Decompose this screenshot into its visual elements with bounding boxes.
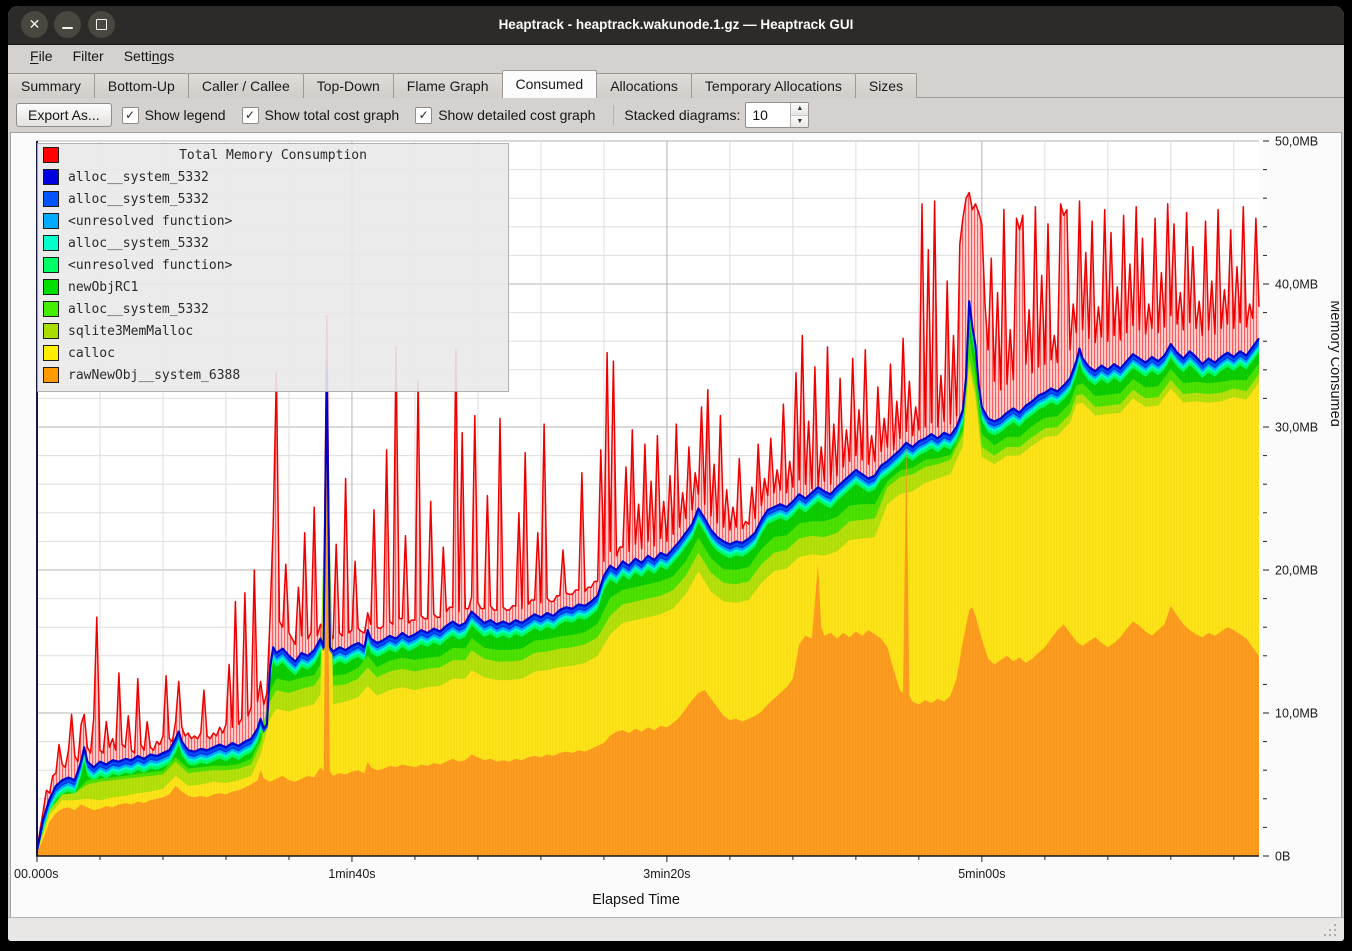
checkbox-icon[interactable]: ✓ bbox=[242, 107, 259, 124]
menu-bar: FileFilterSettings bbox=[8, 45, 1344, 69]
legend-swatch bbox=[43, 235, 59, 251]
chevron-down-icon: ▼ bbox=[796, 118, 803, 125]
tab-allocations[interactable]: Allocations bbox=[596, 73, 692, 98]
tab-top-down[interactable]: Top-Down bbox=[303, 73, 394, 98]
menu-filter[interactable]: Filter bbox=[63, 45, 114, 69]
legend-swatch bbox=[43, 257, 59, 273]
svg-text:10,0MB: 10,0MB bbox=[1275, 707, 1318, 721]
legend-swatch bbox=[43, 367, 59, 383]
svg-text:30,0MB: 30,0MB bbox=[1275, 421, 1318, 435]
checkbox-show-legend[interactable]: ✓ Show legend bbox=[122, 107, 226, 124]
checkbox-label: Show detailed cost graph bbox=[438, 107, 595, 123]
chevron-up-icon: ▲ bbox=[796, 105, 803, 112]
stacked-diagrams-spinbox[interactable]: 10 ▲ ▼ bbox=[745, 102, 809, 128]
stacked-diagrams-label: Stacked diagrams: bbox=[624, 107, 740, 123]
legend-swatch bbox=[43, 191, 59, 207]
checkbox-icon[interactable]: ✓ bbox=[122, 107, 139, 124]
legend-label: Total Memory Consumption bbox=[38, 148, 508, 163]
checkbox-show-detailed-cost-graph[interactable]: ✓ Show detailed cost graph bbox=[415, 107, 595, 124]
tab-summary[interactable]: Summary bbox=[8, 73, 95, 98]
svg-text:1min40s: 1min40s bbox=[328, 867, 375, 881]
tab-sizes[interactable]: Sizes bbox=[855, 73, 917, 98]
chart-panel: Total Memory Consumption alloc__system_53… bbox=[10, 132, 1342, 918]
legend-label: calloc bbox=[68, 346, 115, 361]
checkbox-icon[interactable]: ✓ bbox=[415, 107, 432, 124]
menu-settings[interactable]: Settings bbox=[114, 45, 185, 69]
export-as-button[interactable]: Export As... bbox=[16, 103, 112, 127]
svg-text:3min20s: 3min20s bbox=[643, 867, 690, 881]
spin-up-button[interactable]: ▲ bbox=[791, 103, 808, 116]
legend-item: calloc bbox=[38, 342, 508, 364]
legend-swatch bbox=[43, 279, 59, 295]
toolbar-separator bbox=[613, 105, 614, 125]
svg-text:50,0MB: 50,0MB bbox=[1275, 135, 1318, 149]
legend-label: alloc__system_5332 bbox=[68, 236, 209, 251]
checkbox-label: Show legend bbox=[145, 107, 226, 123]
title-bar[interactable]: ✕ Heaptrack - heaptrack.wakunode.1.gz — … bbox=[8, 6, 1344, 45]
toolbar: Export As... ✓ Show legend ✓ Show total cos… bbox=[8, 98, 1344, 132]
legend-item: alloc__system_5332 bbox=[38, 188, 508, 210]
checkbox-show-total-cost-graph[interactable]: ✓ Show total cost graph bbox=[242, 107, 400, 124]
x-axis-title: Elapsed Time bbox=[592, 892, 680, 908]
legend-label: newObjRC1 bbox=[68, 280, 138, 295]
legend-label: <unresolved function> bbox=[68, 214, 232, 229]
tab-temporary-allocations[interactable]: Temporary Allocations bbox=[691, 73, 856, 98]
window-title: Heaptrack - heaptrack.wakunode.1.gz — He… bbox=[8, 6, 1344, 44]
legend-label: sqlite3MemMalloc bbox=[68, 324, 193, 339]
checkbox-label: Show total cost graph bbox=[265, 107, 400, 123]
tab-bar: SummaryBottom-UpCaller / CalleeTop-DownF… bbox=[8, 69, 1344, 98]
legend-item: <unresolved function> bbox=[38, 210, 508, 232]
chart-legend: Total Memory Consumption alloc__system_53… bbox=[37, 143, 509, 392]
legend-item: alloc__system_5332 bbox=[38, 166, 508, 188]
svg-text:40,0MB: 40,0MB bbox=[1275, 278, 1318, 292]
legend-swatch bbox=[43, 323, 59, 339]
tab-flame-graph[interactable]: Flame Graph bbox=[393, 73, 503, 98]
legend-label: alloc__system_5332 bbox=[68, 192, 209, 207]
tab-caller-callee[interactable]: Caller / Callee bbox=[188, 73, 304, 98]
legend-item: newObjRC1 bbox=[38, 276, 508, 298]
tab-bottom-up[interactable]: Bottom-Up bbox=[94, 73, 189, 98]
legend-item: sqlite3MemMalloc bbox=[38, 320, 508, 342]
stacked-diagrams-value[interactable]: 10 bbox=[746, 103, 790, 127]
legend-label: alloc__system_5332 bbox=[68, 170, 209, 185]
menu-file[interactable]: File bbox=[20, 45, 63, 69]
legend-title-row: Total Memory Consumption bbox=[38, 144, 508, 166]
svg-text:5min00s: 5min00s bbox=[958, 867, 1005, 881]
legend-item: alloc__system_5332 bbox=[38, 298, 508, 320]
legend-label: rawNewObj__system_6388 bbox=[68, 368, 240, 383]
svg-text:00.000s: 00.000s bbox=[14, 867, 58, 881]
tab-consumed[interactable]: Consumed bbox=[502, 70, 598, 98]
legend-swatch bbox=[43, 345, 59, 361]
spin-down-button[interactable]: ▼ bbox=[791, 116, 808, 128]
legend-swatch bbox=[43, 301, 59, 317]
legend-label: alloc__system_5332 bbox=[68, 302, 209, 317]
svg-text:0B: 0B bbox=[1275, 850, 1290, 864]
legend-item: alloc__system_5332 bbox=[38, 232, 508, 254]
status-bar bbox=[8, 917, 1344, 941]
legend-swatch bbox=[43, 169, 59, 185]
legend-label: <unresolved function> bbox=[68, 258, 232, 273]
app-window: ✕ Heaptrack - heaptrack.wakunode.1.gz — … bbox=[8, 6, 1344, 941]
resize-grip-icon[interactable] bbox=[1324, 924, 1338, 938]
legend-swatch bbox=[43, 213, 59, 229]
y-axis-title: Memory Consumed bbox=[1327, 300, 1339, 427]
legend-item: rawNewObj__system_6388 bbox=[38, 364, 508, 386]
legend-item: <unresolved function> bbox=[38, 254, 508, 276]
svg-text:20,0MB: 20,0MB bbox=[1275, 564, 1318, 578]
